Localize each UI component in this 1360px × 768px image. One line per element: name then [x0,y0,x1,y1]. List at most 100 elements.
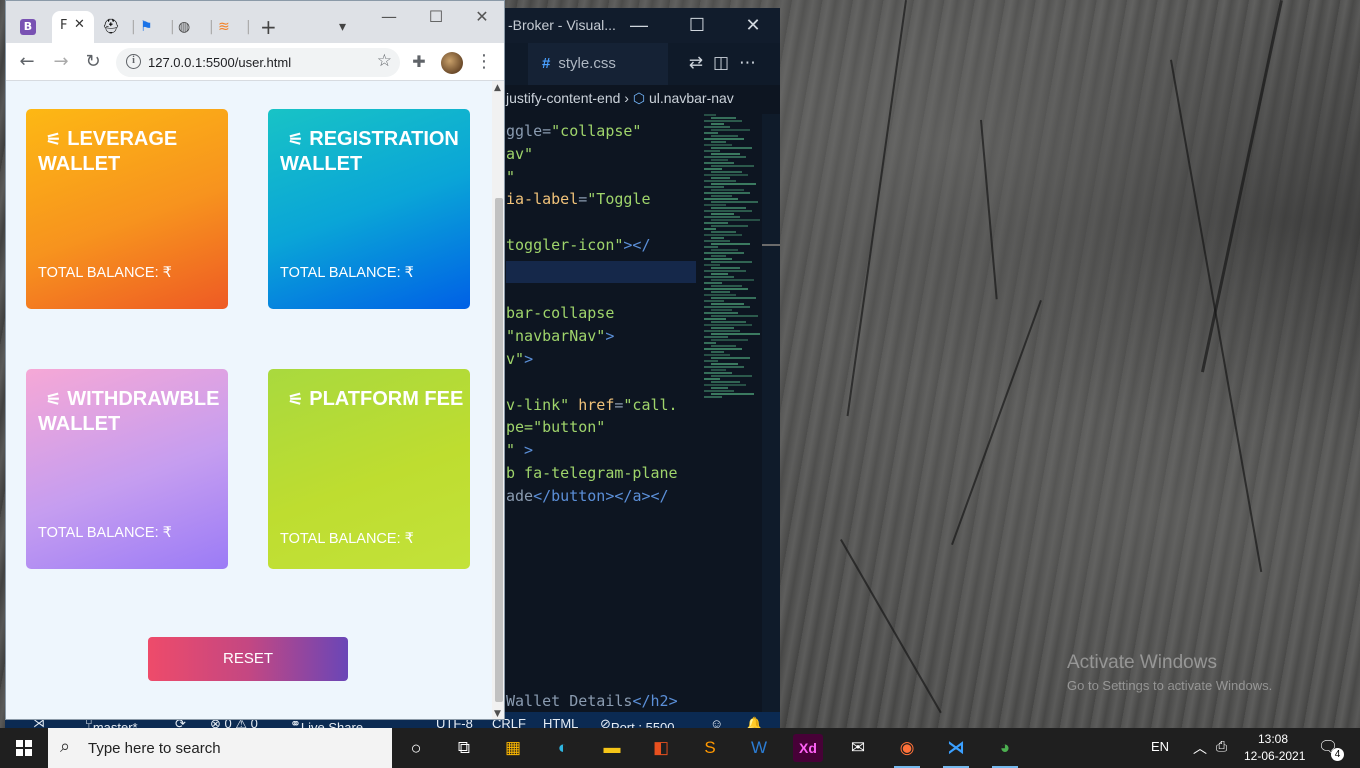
minimap[interactable] [700,114,762,414]
helmet-tab-icon[interactable]: ⛑ [102,11,120,43]
card-title-text: REGISTRATION WALLET [280,128,459,175]
clock-date[interactable]: 12-06-2021 [1244,749,1305,763]
globe-tab-icon[interactable]: ◍ [178,11,190,43]
code-line: ade</button></a></ [506,486,669,505]
leverage-wallet-card[interactable]: ⚟ LEVERAGE WALLET TOTAL BALANCE: ₹ [26,109,228,309]
reload-icon[interactable]: ↻ [80,49,106,75]
chrome-toolbar: ← → ↻ i 127.0.0.1:5500/user.html ☆ ✚ ⋮ [6,43,504,81]
withdrawble-wallet-card[interactable]: ⚟ WITHDRAWBLE WALLET TOTAL BALANCE: ₹ [26,369,228,569]
reset-button[interactable]: RESET [148,637,348,681]
chevron-right-icon: › [624,90,633,106]
office-icon[interactable]: ◧ [646,734,676,762]
wallet-icon: ⚟ [288,130,304,149]
scrollbar-thumb[interactable] [495,198,503,702]
code-line: ia-label="Toggle [506,190,651,209]
split-editor-icon[interactable]: ◫ [713,53,739,73]
css-file-icon: # [542,55,551,72]
more-actions-icon[interactable]: ⋯ [739,53,766,73]
code-line: v-link" href="call. [506,395,678,414]
minimize-icon[interactable]: — [366,7,412,26]
page-viewport: ⚟ LEVERAGE WALLET TOTAL BALANCE: ₹ ⚟ REGIS… [6,81,492,719]
code-line: "navbarNav"> [506,327,615,346]
back-icon[interactable]: ← [14,49,40,75]
chrome-window: B F ✕ ⛑ | ⚑ | ◍ | ≋ | + ▾ — ☐ ✕ ← → ↻ i … [5,0,505,720]
url-text[interactable]: 127.0.0.1:5500/user.html [148,55,291,70]
bookmark-star-icon[interactable]: ☆ [377,51,392,71]
menu-kebab-icon[interactable]: ⋮ [471,49,497,75]
code-line: bar-collapse [506,304,615,323]
new-tab-icon[interactable]: + [260,11,277,43]
taskbar-search[interactable]: ⌕ Type here to search [48,728,392,768]
wallet-icon: ⚟ [46,130,62,149]
chrome-taskbar-icon[interactable]: ◕ [990,734,1020,768]
site-info-icon[interactable]: i [126,54,141,69]
total-balance: TOTAL BALANCE: ₹ [38,265,172,281]
code-line: v"> [506,350,534,368]
total-balance: TOTAL BALANCE: ₹ [38,525,172,541]
registration-wallet-card[interactable]: ⚟ REGISTRATION WALLET TOTAL BALANCE: ₹ [268,109,470,309]
vscode-taskbar-icon[interactable]: ⋊ [941,734,971,768]
search-icon: ⌕ [60,736,71,756]
bootstrap-tab-icon[interactable]: B [20,19,36,35]
vscode-window-title: -Broker - Visual... [508,17,616,33]
maximize-icon[interactable]: ☐ [674,11,720,39]
adobe-xd-icon[interactable]: Xd [793,734,823,762]
forward-icon[interactable]: → [48,49,74,75]
card-title: ⚟ LEVERAGE WALLET [38,127,228,176]
card-title-text: WITHDRAWBLE WALLET [38,388,220,435]
task-view-icon[interactable]: ⧉ [449,734,479,762]
close-tab-icon[interactable]: ✕ [74,17,85,32]
edge-icon[interactable]: ◐ [548,734,578,762]
profile-avatar[interactable] [441,52,463,74]
page-scrollbar[interactable]: ▲ ▼ [492,81,504,719]
mail-icon[interactable]: ✉ [843,734,873,762]
address-bar[interactable]: i 127.0.0.1:5500/user.html ☆ [116,48,400,77]
close-icon[interactable]: ✕ [459,7,504,26]
maximize-icon[interactable]: ☐ [413,7,459,26]
chevron-up-icon[interactable]: ︿ [1193,738,1207,758]
card-title: ⚟ REGISTRATION WALLET [280,127,470,176]
start-button[interactable] [0,728,48,768]
notification-count-badge: 4 [1331,748,1344,761]
editor-scrollbar[interactable] [762,114,780,714]
stackoverflow-tab-icon[interactable]: ≋ [218,11,230,43]
wallet-icon: ⚟ [288,390,304,409]
activation-title: Activate Windows [1067,652,1217,673]
scrollbar-thumb[interactable] [762,244,780,246]
wps-writer-icon[interactable]: W [744,734,774,762]
file-explorer-icon[interactable]: ▬ [597,734,627,762]
breadcrumb-item[interactable]: justify-content-end [506,90,620,106]
code-line: b fa-telegram-plane [506,464,678,482]
input-language[interactable]: EN [1151,739,1169,754]
store-icon[interactable]: ▦ [498,734,528,762]
scroll-down-icon[interactable]: ▼ [494,709,501,719]
extensions-puzzle-icon[interactable]: ✚ [406,49,432,75]
firefox-icon[interactable]: ◉ [892,734,922,768]
flag-tab-icon[interactable]: ⚑ [140,11,153,43]
active-tab[interactable]: F ✕ [52,11,94,43]
wallet-icon: ⚟ [46,390,62,409]
breadcrumb-item[interactable]: ul.navbar-nav [649,90,734,106]
cortana-icon[interactable]: ○ [401,734,431,762]
tab-search-icon[interactable]: ▾ [339,11,346,43]
source-control-compare-icon[interactable]: ⇄ [689,53,713,73]
tab-strip: B F ✕ ⛑ | ⚑ | ◍ | ≋ | + ▾ — ☐ ✕ [6,1,504,43]
editor-actions: ⇄◫⋯ [689,53,766,73]
minimize-icon[interactable]: — [616,11,662,39]
platform-fee-card[interactable]: ⚟ PLATFORM FEE TOTAL BALANCE: ₹ [268,369,470,569]
scroll-up-icon[interactable]: ▲ [494,83,501,93]
clock-time[interactable]: 13:08 [1258,732,1288,746]
tab-style-css[interactable]: # style.css [528,43,668,85]
active-tab-label: F [60,18,68,33]
network-icon[interactable]: ⎙ [1216,738,1227,755]
tab-label: style.css [558,55,616,72]
card-title: ⚟ PLATFORM FEE [280,387,470,412]
sublime-icon[interactable]: S [695,734,725,762]
windows-activation-watermark: Activate Windows Go to Settings to activ… [1067,652,1272,693]
activation-subtitle: Go to Settings to activate Windows. [1067,678,1273,693]
close-icon[interactable]: ✕ [730,11,776,39]
code-line: ggle="collapse" [506,122,642,140]
card-title-text: PLATFORM FEE [309,388,464,410]
element-cube-icon: ⬡ [632,90,646,106]
tab-separator: | [131,19,136,35]
